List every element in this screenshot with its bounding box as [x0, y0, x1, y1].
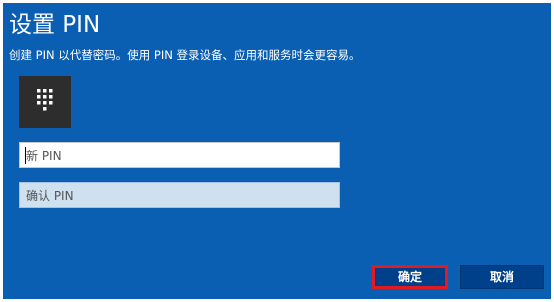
set-pin-dialog: 设置 PIN 创建 PIN 以代替密码。使用 PIN 登录设备、应用和服务时会更…	[3, 3, 551, 299]
confirm-pin-placeholder: 确认 PIN	[26, 189, 74, 203]
cancel-button[interactable]: 取消	[460, 265, 544, 289]
new-pin-placeholder: 新 PIN	[26, 149, 62, 163]
new-pin-input[interactable]: 新 PIN	[19, 142, 340, 168]
text-caret	[25, 147, 26, 164]
dialog-description: 创建 PIN 以代替密码。使用 PIN 登录设备、应用和服务时会更容易。	[9, 48, 361, 62]
ok-button[interactable]: 确定	[372, 265, 448, 289]
confirm-pin-input[interactable]: 确认 PIN	[19, 182, 340, 208]
keypad-icon	[19, 76, 71, 128]
dialog-title: 设置 PIN	[9, 12, 101, 38]
